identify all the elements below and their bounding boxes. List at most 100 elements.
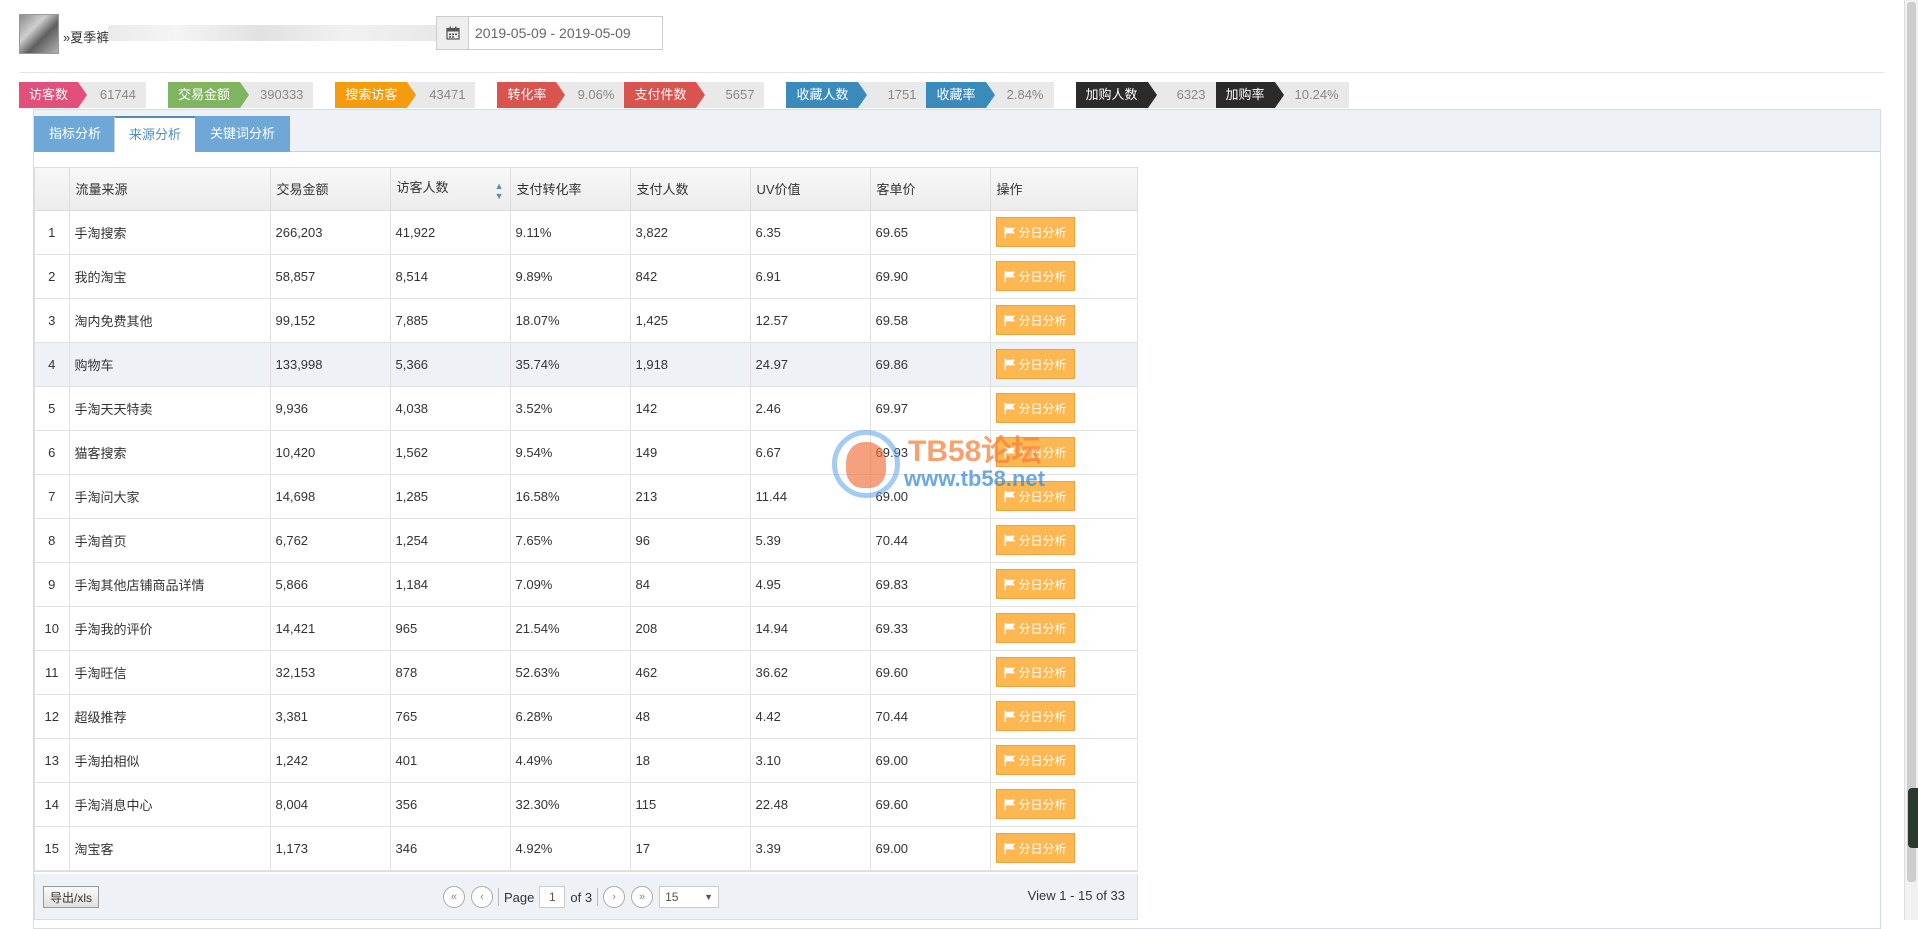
daily-analysis-button[interactable]: 分日分析 <box>995 305 1075 335</box>
table-cell: 208 <box>630 606 751 651</box>
col-header-source[interactable]: 流量来源 <box>69 168 271 211</box>
col-header-conversion[interactable]: 支付转化率 <box>510 168 631 211</box>
daily-analysis-label: 分日分析 <box>1018 401 1067 416</box>
first-page-icon[interactable]: « <box>443 886 465 908</box>
table-cell: 手淘问大家 <box>69 474 271 519</box>
flag-icon <box>1004 842 1016 854</box>
table-cell: 淘宝客 <box>69 826 271 871</box>
daily-analysis-button[interactable]: 分日分析 <box>995 217 1075 247</box>
table-cell: 401 <box>390 738 511 783</box>
table-cell: 765 <box>390 694 511 739</box>
table-row[interactable]: 14 手淘消息中心 8,004 356 32.30% 115 22.48 69.60 分日分析 <box>35 782 1138 827</box>
daily-analysis-button[interactable]: 分日分析 <box>995 349 1075 379</box>
table-cell: 18.07% <box>510 298 631 343</box>
scrollbar-thumb[interactable] <box>1907 2 1916 882</box>
table-cell: 115 <box>630 782 751 827</box>
page-scrollbar[interactable] <box>1904 0 1918 920</box>
row-index: 13 <box>35 738 70 783</box>
table-row[interactable]: 7 手淘问大家 14,698 1,285 16.58% 213 11.44 69.00 分日分析 <box>35 474 1138 519</box>
table-cell: 5,366 <box>390 342 511 387</box>
daily-analysis-button[interactable]: 分日分析 <box>995 569 1075 599</box>
metric-tag: 加购人数 6323 <box>1075 82 1216 108</box>
table-cell: 1,242 <box>270 738 391 783</box>
daily-analysis-button[interactable]: 分日分析 <box>995 393 1075 423</box>
table-row[interactable]: 15 淘宝客 1,173 346 4.92% 17 3.39 69.00 分日分析 <box>35 826 1138 871</box>
table-row[interactable]: 2 我的淘宝 58,857 8,514 9.89% 842 6.91 69.90 分日分析 <box>35 254 1138 299</box>
table-cell: 842 <box>630 254 751 299</box>
metric-tag: 搜索访客 43471 <box>335 82 476 108</box>
source-table: 流量来源 交易金额 访客人数 ▲ ▼ 支付转化率 支付人数 UV价值 客单价 操作 … <box>34 167 1138 872</box>
date-range-picker[interactable] <box>436 16 663 50</box>
row-index: 9 <box>35 562 70 607</box>
daily-analysis-button[interactable]: 分日分析 <box>995 657 1075 687</box>
product-title[interactable]: »夏季裤 <box>63 27 109 46</box>
table-row[interactable]: 5 手淘天天特卖 9,936 4,038 3.52% 142 2.46 69.97 分日分析 <box>35 386 1138 431</box>
table-cell: 1,173 <box>270 826 391 871</box>
action-cell: 分日分析 <box>990 474 1138 519</box>
table-row[interactable]: 3 淘内免费其他 99,152 7,885 18.07% 1,425 12.57 69.58 分… <box>35 298 1138 343</box>
row-index: 15 <box>35 826 70 871</box>
col-header-index <box>35 168 70 211</box>
blurred-product-name <box>108 25 448 41</box>
calendar-icon[interactable] <box>437 17 469 49</box>
table-row[interactable]: 6 猫客搜索 10,420 1,562 9.54% 149 6.67 69.93 分日分析 <box>35 430 1138 475</box>
table-cell: 1,254 <box>390 518 511 563</box>
next-page-icon[interactable]: › <box>603 886 626 908</box>
divider <box>597 888 599 906</box>
sort-desc-icon[interactable]: ▲ ▼ <box>495 181 504 201</box>
prev-page-icon[interactable]: ‹ <box>471 886 493 908</box>
metric-label: 支付件数 <box>624 82 706 108</box>
table-cell: 17 <box>630 826 751 871</box>
row-index: 8 <box>35 518 70 563</box>
col-header-uv-value[interactable]: UV价值 <box>750 168 871 211</box>
product-thumbnail[interactable] <box>19 14 59 54</box>
table-cell: 3.10 <box>750 738 871 783</box>
action-cell: 分日分析 <box>990 342 1138 387</box>
table-cell: 6.35 <box>750 210 871 255</box>
table-row[interactable]: 9 手淘其他店铺商品详情 5,866 1,184 7.09% 84 4.95 69.83 分日分… <box>35 562 1138 607</box>
daily-analysis-button[interactable]: 分日分析 <box>995 437 1075 467</box>
date-range-input[interactable] <box>469 17 662 49</box>
daily-analysis-label: 分日分析 <box>1018 621 1067 636</box>
daily-analysis-button[interactable]: 分日分析 <box>995 745 1075 775</box>
table-row[interactable]: 12 超级推荐 3,381 765 6.28% 48 4.42 70.44 分日分析 <box>35 694 1138 739</box>
page-number-input[interactable] <box>539 886 566 908</box>
col-header-buyers[interactable]: 支付人数 <box>630 168 751 211</box>
table-row[interactable]: 10 手淘我的评价 14,421 965 21.54% 208 14.94 69.33 分日分析 <box>35 606 1138 651</box>
table-cell: 69.83 <box>870 562 991 607</box>
page-size-select[interactable]: 15 ▼ <box>659 886 720 908</box>
export-xls-button[interactable]: 导出/xls <box>43 886 100 908</box>
daily-analysis-button[interactable]: 分日分析 <box>995 701 1075 731</box>
metric-value: 9.06% <box>556 82 625 108</box>
daily-analysis-button[interactable]: 分日分析 <box>995 481 1075 511</box>
table-cell: 5.39 <box>750 518 871 563</box>
table-row[interactable]: 8 手淘首页 6,762 1,254 7.65% 96 5.39 70.44 分日分析 <box>35 518 1138 563</box>
table-row[interactable]: 11 手淘旺信 32,153 878 52.63% 462 36.62 69.60 分日分析 <box>35 650 1138 695</box>
metric-label: 加购人数 <box>1075 82 1157 108</box>
table-cell: 1,184 <box>390 562 511 607</box>
table-row[interactable]: 4 购物车 133,998 5,366 35.74% 1,918 24.97 69.86 分日分… <box>35 342 1138 387</box>
daily-analysis-label: 分日分析 <box>1018 269 1067 284</box>
table-row[interactable]: 1 手淘搜索 266,203 41,922 9.11% 3,822 6.35 69.65 分日分… <box>35 210 1138 255</box>
metric-value: 5657 <box>696 82 765 108</box>
tab-indicator-analysis[interactable]: 指标分析 <box>34 116 117 152</box>
action-cell: 分日分析 <box>990 650 1138 695</box>
last-page-icon[interactable]: » <box>631 886 654 908</box>
daily-analysis-button[interactable]: 分日分析 <box>995 261 1075 291</box>
tab-keyword-analysis[interactable]: 关键词分析 <box>195 116 291 152</box>
col-header-visitors[interactable]: 访客人数 ▲ ▼ <box>390 168 511 211</box>
daily-analysis-button[interactable]: 分日分析 <box>995 613 1075 643</box>
action-cell: 分日分析 <box>990 826 1138 871</box>
col-header-amount[interactable]: 交易金额 <box>270 168 391 211</box>
row-index: 6 <box>35 430 70 475</box>
table-cell: 手淘搜索 <box>69 210 271 255</box>
side-widget[interactable] <box>1908 788 1918 848</box>
daily-analysis-button[interactable]: 分日分析 <box>995 833 1075 863</box>
table-cell: 1,918 <box>630 342 751 387</box>
daily-analysis-button[interactable]: 分日分析 <box>995 789 1075 819</box>
divider <box>498 888 499 906</box>
daily-analysis-button[interactable]: 分日分析 <box>995 525 1075 555</box>
table-row[interactable]: 13 手淘拍相似 1,242 401 4.49% 18 3.10 69.00 分日分析 <box>35 738 1138 783</box>
col-header-avg-price[interactable]: 客单价 <box>870 168 991 211</box>
tab-source-analysis[interactable]: 来源分析 <box>114 116 197 153</box>
